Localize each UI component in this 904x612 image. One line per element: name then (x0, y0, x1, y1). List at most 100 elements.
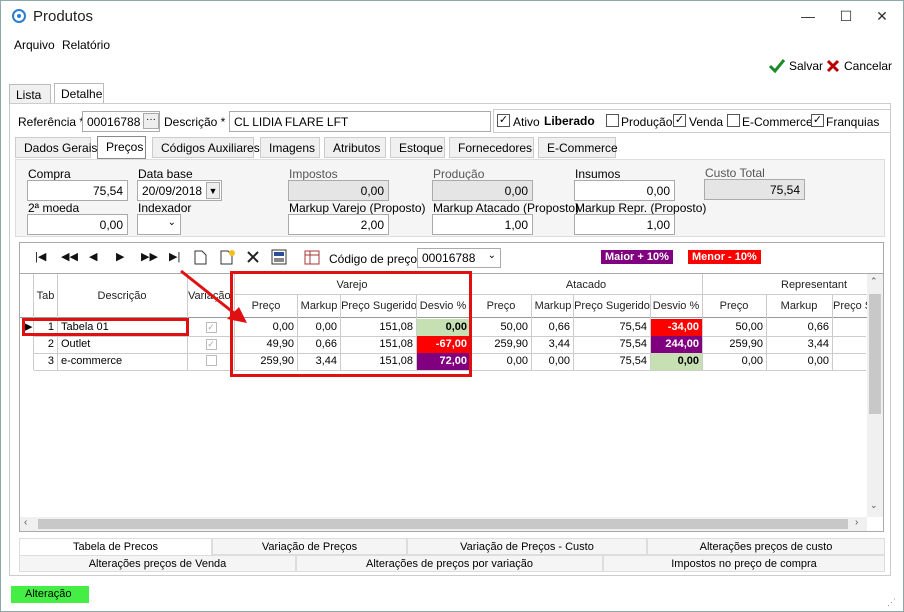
maximize-button[interactable]: ☐ (831, 5, 861, 27)
franquias-label: Franquias (826, 115, 880, 129)
tab-estoque[interactable]: Estoque (390, 137, 445, 158)
date-dropdown-icon[interactable]: ▼ (206, 182, 220, 199)
col-atacado-markup[interactable]: Markup (532, 300, 574, 312)
tab-alteracoes-variacao[interactable]: Alterações de preços por variação (296, 555, 603, 572)
first-record-icon[interactable]: |◀ (35, 250, 46, 263)
tab-tabela-precos[interactable]: Tabela de Precos (19, 538, 212, 555)
cancel-button[interactable]: Cancelar (826, 59, 892, 73)
close-button[interactable]: ✕ (867, 5, 897, 27)
cell-r_markup[interactable]: 3,44 (767, 336, 832, 353)
col-repr-markup[interactable]: Markup (767, 300, 831, 312)
tab-impostos-compra[interactable]: Impostos no preço de compra (603, 555, 885, 572)
menu-arquivo[interactable]: Arquivo (14, 38, 55, 52)
horizontal-scrollbar[interactable]: ‹ › (20, 517, 867, 531)
cell-a_desvio[interactable]: 244,00 (651, 336, 702, 353)
ecommerce-checkbox[interactable] (727, 114, 740, 127)
cell-r_markup[interactable]: 0,00 (767, 353, 832, 370)
col-atacado-sugerido[interactable]: Preço Sugerido (574, 300, 650, 312)
cell-a_markup[interactable]: 0,66 (532, 319, 573, 336)
scroll-up-icon[interactable]: ⌃ (870, 276, 878, 287)
cell-var[interactable]: ✓ (188, 336, 234, 353)
markup-varejo-label: Markup Varejo (Proposto) (289, 201, 426, 215)
codigo-preco-select[interactable]: 00016788 ⌄ (417, 248, 501, 268)
minimize-button[interactable]: — (793, 5, 823, 27)
col-atacado-preco[interactable]: Preço (472, 300, 530, 312)
tab-lista[interactable]: Lista (9, 84, 51, 104)
app-icon (12, 9, 26, 23)
variacao-checkbox[interactable]: ✓ (205, 339, 217, 350)
prior-page-icon[interactable]: ◀◀ (61, 250, 78, 263)
markup-atacado-field[interactable]: 1,00 (432, 214, 533, 235)
tab-alteracoes-venda[interactable]: Alterações preços de Venda (19, 555, 296, 572)
cell-desc[interactable]: Outlet (58, 336, 186, 353)
col-atacado-desvio[interactable]: Desvio % (651, 300, 701, 312)
tab-variacao-precos[interactable]: Variação de Preços (212, 538, 407, 555)
descricao-field[interactable]: CL LIDIA FLARE LFT (229, 111, 491, 132)
delete-icon[interactable] (246, 250, 260, 264)
tab-detalhe[interactable]: Detalhe (54, 83, 104, 104)
cell-tab[interactable]: 3 (34, 353, 57, 370)
cell-a_markup[interactable]: 0,00 (532, 353, 573, 370)
indexador-select[interactable]: ⌄ (137, 214, 181, 235)
cell-r_preco[interactable]: 50,00 (703, 319, 766, 336)
cell-a_desvio[interactable]: -34,00 (651, 319, 702, 336)
cell-r_markup[interactable]: 0,66 (767, 319, 832, 336)
cell-a_sug[interactable]: 75,54 (574, 336, 650, 353)
variacao-checkbox[interactable] (205, 355, 217, 366)
scroll-thumb[interactable] (869, 294, 881, 414)
tab-alteracoes-custo[interactable]: Alterações preços de custo (647, 538, 885, 555)
segunda-moeda-field[interactable]: 0,00 (27, 214, 128, 235)
window: Produtos — ☐ ✕ Arquivo Relatório Salvar … (0, 0, 904, 612)
cell-var[interactable] (188, 353, 234, 370)
ativo-checkbox[interactable]: ✓ (497, 114, 510, 127)
franquias-checkbox[interactable]: ✓ (811, 114, 824, 127)
markup-repr-field[interactable]: 1,00 (574, 214, 675, 235)
producao-checkbox[interactable] (606, 114, 619, 127)
tab-precos[interactable]: Preços (97, 136, 146, 159)
next-page-icon[interactable]: ▶▶ (141, 250, 158, 263)
markup-varejo-field[interactable]: 2,00 (288, 214, 389, 235)
tab-fornecedores[interactable]: Fornecedores (449, 137, 534, 158)
prior-record-icon[interactable]: ◀ (89, 250, 97, 263)
tab-codigos-auxiliares[interactable]: Códigos Auxiliares (152, 137, 260, 158)
vertical-scrollbar[interactable]: ⌃ ⌄ (867, 274, 883, 517)
lookup-button[interactable]: ··· (143, 113, 159, 129)
last-record-icon[interactable]: ▶| (169, 250, 180, 263)
col-tab[interactable]: Tab (34, 290, 57, 302)
referencia-value: 00016788 (87, 115, 141, 129)
insumos-field[interactable]: 0,00 (574, 180, 675, 201)
tab-imagens[interactable]: Imagens (260, 137, 320, 158)
menu-relatorio[interactable]: Relatório (62, 38, 110, 52)
grid-settings-icon[interactable] (271, 249, 287, 265)
cell-desc[interactable]: e-commerce (58, 353, 186, 370)
resize-grip-icon[interactable]: ⋰ (887, 597, 896, 608)
col-repr-sugerido[interactable]: Preço S (833, 300, 867, 312)
save-button[interactable]: Salvar (769, 59, 823, 73)
cell-a_sug[interactable]: 75,54 (574, 353, 650, 370)
producao-label: Produção (621, 115, 673, 129)
tab-atributos[interactable]: Atributos (324, 137, 386, 158)
cell-a_preco[interactable]: 259,90 (471, 336, 531, 353)
tab-dados-gerais[interactable]: Dados Gerais (15, 137, 97, 158)
compra-field[interactable]: 75,54 (27, 180, 128, 201)
col-descricao[interactable]: Descrição (58, 290, 186, 302)
cell-a_sug[interactable]: 75,54 (574, 319, 650, 336)
ativo-label: Ativo (513, 115, 540, 129)
descricao-value: CL LIDIA FLARE LFT (234, 115, 349, 129)
cell-r_preco[interactable]: 259,90 (703, 336, 766, 353)
col-repr-preco[interactable]: Preço (703, 300, 765, 312)
tab-ecommerce[interactable]: E-Commerce (538, 137, 618, 158)
cell-a_desvio[interactable]: 0,00 (651, 353, 702, 370)
cell-a_markup[interactable]: 3,44 (532, 336, 573, 353)
tab-variacao-custo[interactable]: Variação de Preços - Custo (407, 538, 647, 555)
cell-r_preco[interactable]: 0,00 (703, 353, 766, 370)
scroll-down-icon[interactable]: ⌄ (870, 500, 878, 511)
scroll-left-icon[interactable]: ‹ (24, 517, 27, 528)
cell-tab[interactable]: 2 (34, 336, 57, 353)
venda-checkbox[interactable]: ✓ (673, 114, 686, 127)
cell-a_preco[interactable]: 50,00 (471, 319, 531, 336)
h-scroll-thumb[interactable] (38, 519, 848, 529)
scroll-right-icon[interactable]: › (855, 517, 858, 528)
cell-a_preco[interactable]: 0,00 (471, 353, 531, 370)
next-record-icon[interactable]: ▶ (116, 250, 124, 263)
